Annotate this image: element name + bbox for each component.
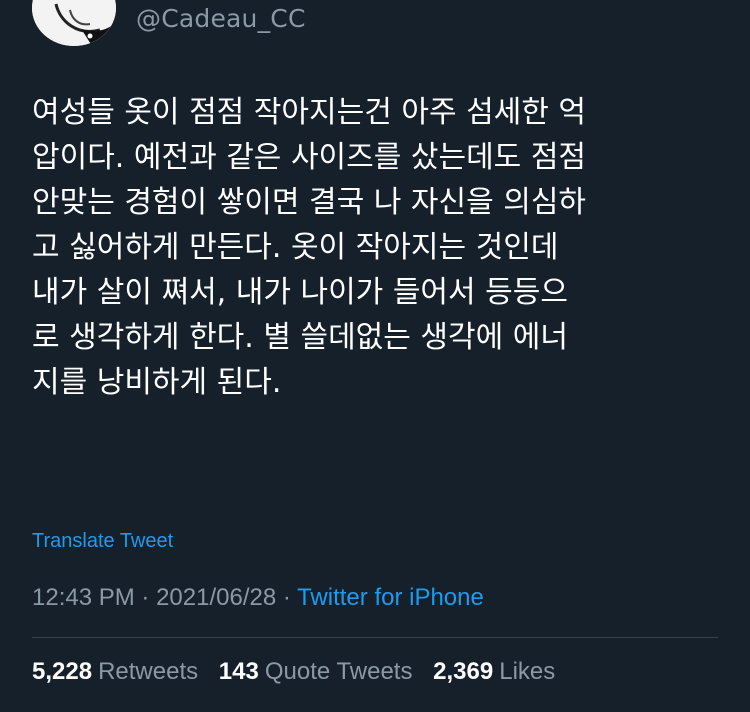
avatar-illustration-icon — [32, 0, 116, 46]
tweet-metadata: 12:43 PM · 2021/06/28 · Twitter for iPho… — [32, 584, 484, 612]
likes-label: Likes — [499, 658, 556, 685]
likes-stat[interactable]: 2,369 Likes — [433, 658, 555, 685]
retweets-label: Retweets — [98, 658, 199, 685]
quote-tweets-stat[interactable]: 143 Quote Tweets — [219, 658, 413, 685]
translate-tweet-link[interactable]: Translate Tweet — [32, 530, 173, 553]
tweet-source-link[interactable]: Twitter for iPhone — [297, 584, 484, 611]
tweet-text: 여성들 옷이 점점 작아지는건 아주 섬세한 억 압이다. 예전과 같은 사이즈… — [32, 95, 587, 400]
tweet-stats: 5,228 Retweets 143 Quote Tweets 2,369 Likes — [32, 658, 569, 686]
retweets-stat[interactable]: 5,228 Retweets — [32, 658, 198, 685]
quote-tweets-count: 143 — [218, 658, 259, 685]
tweet-time: 12:43 PM — [32, 584, 135, 611]
divider — [32, 637, 718, 638]
meta-separator: · — [276, 584, 298, 611]
likes-count: 2,369 — [433, 658, 494, 685]
user-handle[interactable]: @Cadeau_CC — [136, 4, 306, 33]
meta-separator: · — [134, 584, 157, 611]
quote-tweets-label: Quote Tweets — [264, 658, 413, 685]
avatar[interactable] — [32, 0, 116, 46]
tweet-date: 2021/06/28 — [156, 584, 277, 611]
retweets-count: 5,228 — [32, 658, 93, 685]
